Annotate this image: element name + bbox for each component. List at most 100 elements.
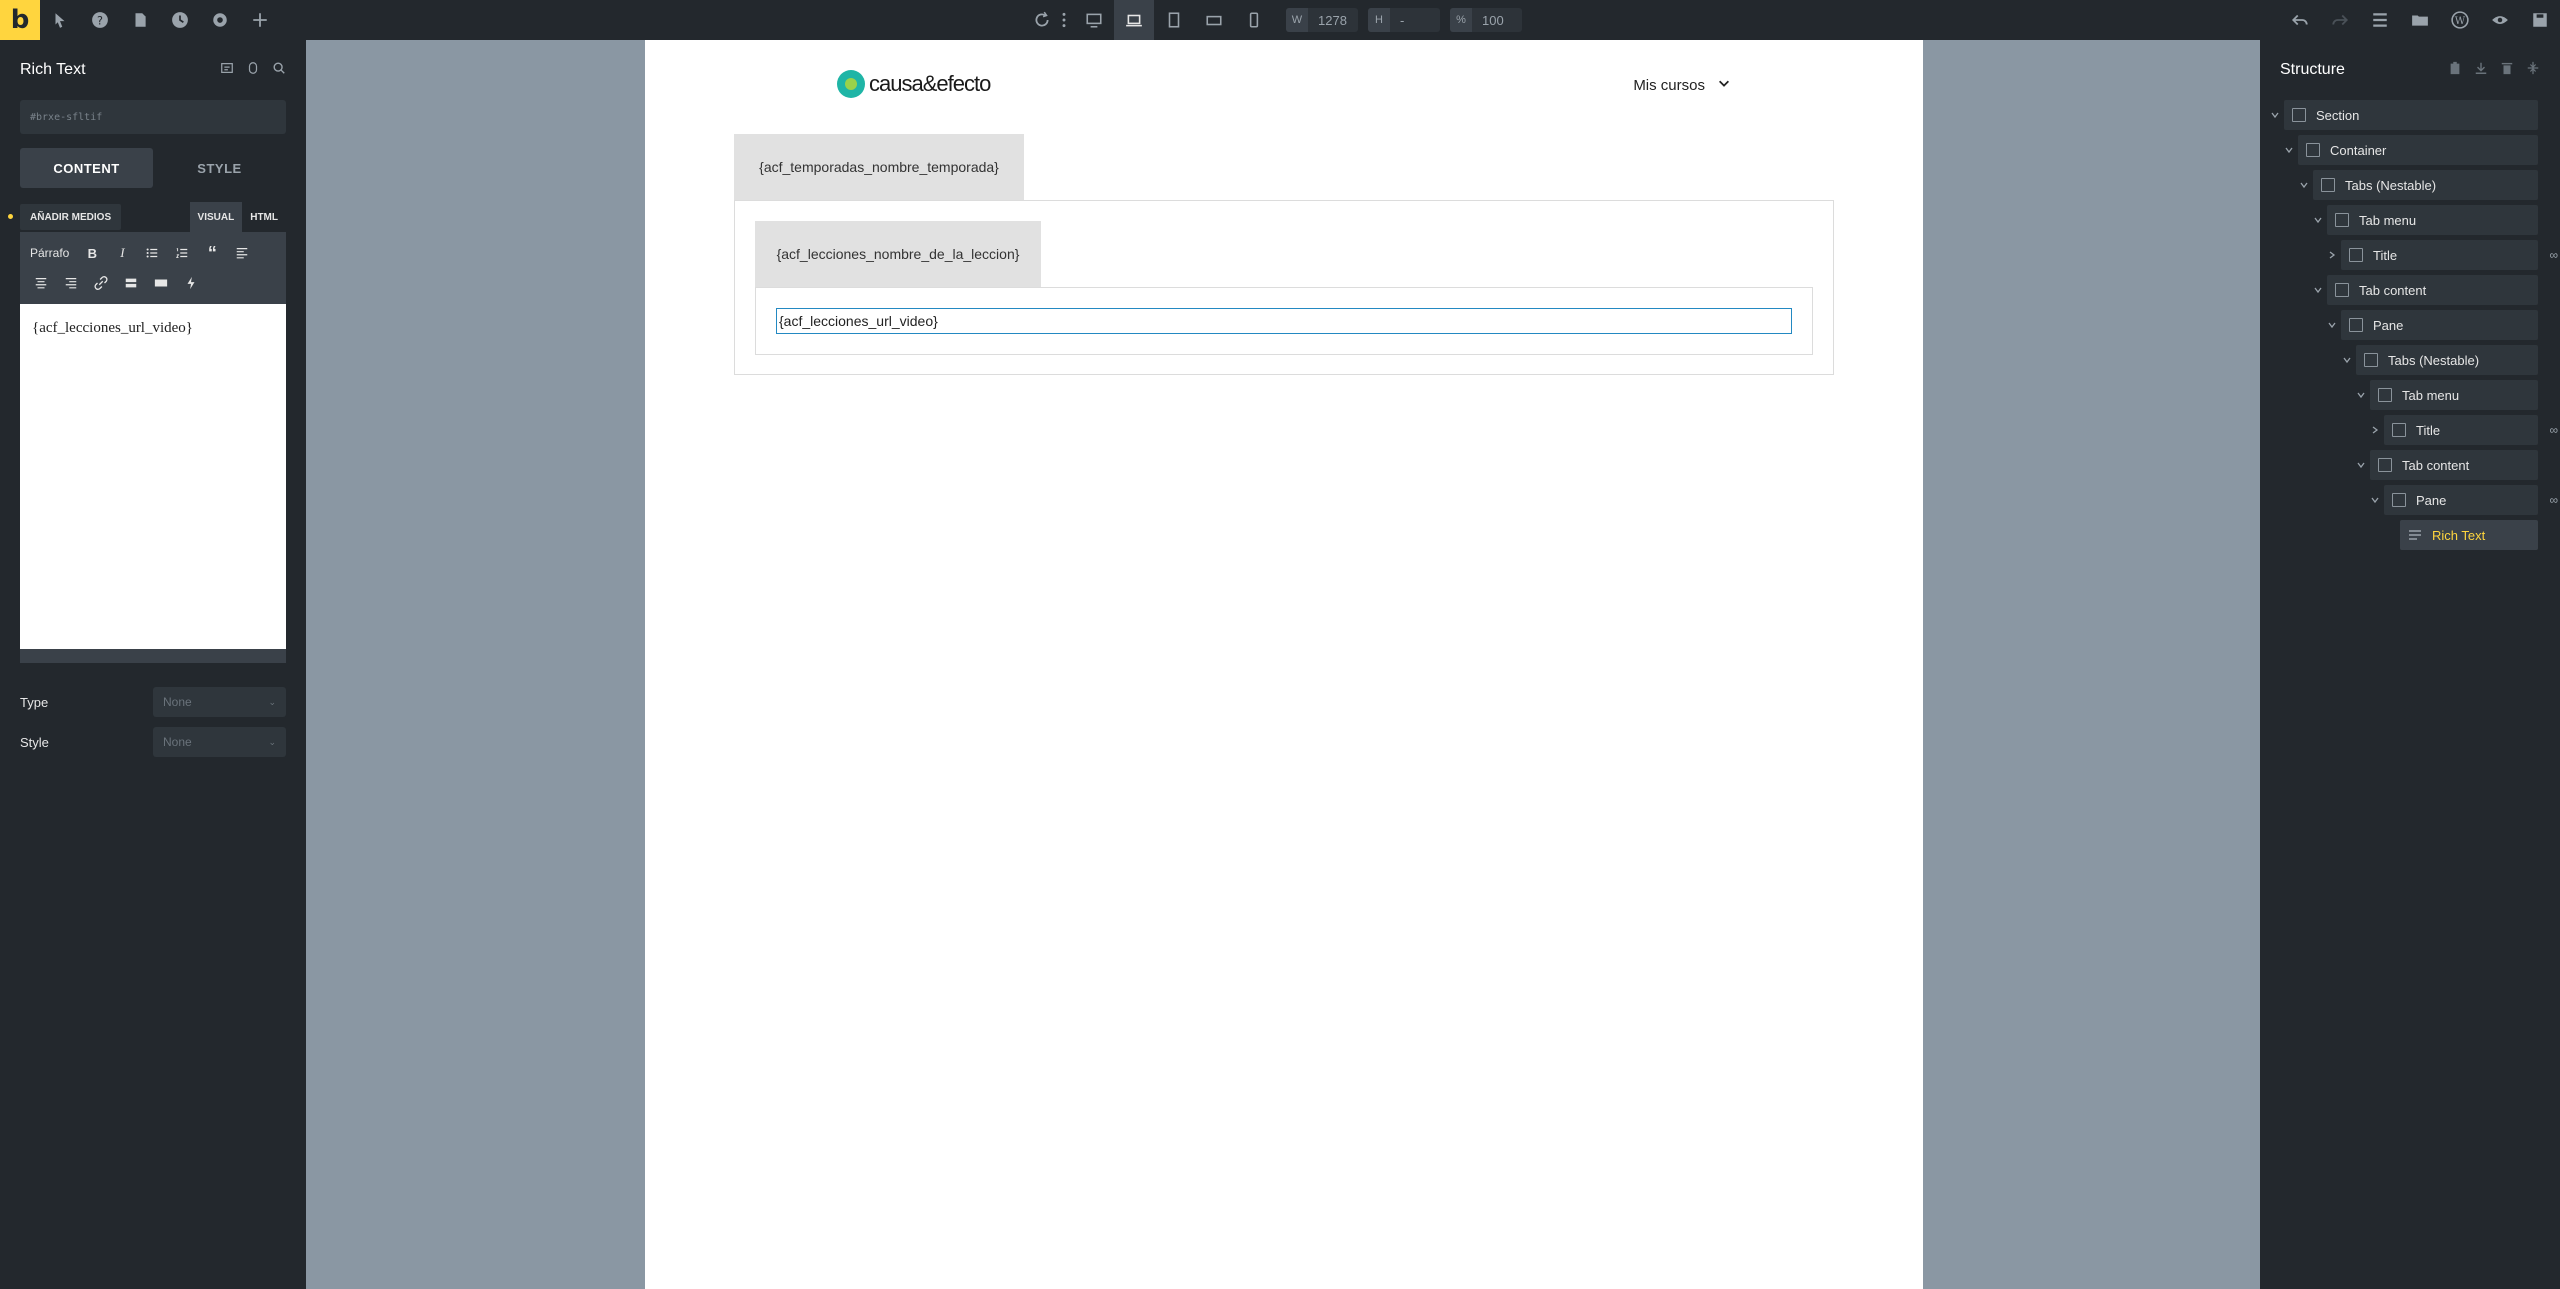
download-icon[interactable] xyxy=(2474,61,2488,80)
trash-icon[interactable] xyxy=(2500,61,2514,80)
tree-node-section[interactable]: Section xyxy=(2266,100,2544,130)
folder-icon[interactable] xyxy=(2400,0,2440,40)
tree-node-tab-menu[interactable]: Tab menu xyxy=(2309,205,2544,235)
chevron-down-icon[interactable] xyxy=(2352,450,2370,480)
tree-node-rich-text[interactable]: Rich Text xyxy=(2400,520,2544,550)
chevron-down-icon[interactable] xyxy=(2366,485,2384,515)
settings-icon[interactable] xyxy=(200,0,240,40)
tree-node-pane[interactable]: Pane xyxy=(2323,310,2544,340)
brand-name: causa&efecto xyxy=(869,71,991,96)
lesson-tab-title[interactable]: {acf_lecciones_nombre_de_la_leccion} xyxy=(755,221,1041,287)
zoom-field[interactable]: % 100 xyxy=(1450,8,1522,32)
style-select[interactable]: None ⌄ xyxy=(153,727,286,757)
tree-node-tab-content[interactable]: Tab content xyxy=(2309,275,2544,305)
tree-node-tab-menu-nested[interactable]: Tab menu xyxy=(2352,380,2544,410)
add-icon[interactable] xyxy=(240,0,280,40)
link-icon[interactable]: ∞ xyxy=(2549,493,2558,507)
panel-title: Rich Text xyxy=(20,61,86,78)
season-tab-title[interactable]: {acf_temporadas_nombre_temporada} xyxy=(734,134,1024,200)
help-icon[interactable]: ? xyxy=(80,0,120,40)
chevron-down-icon[interactable] xyxy=(2309,275,2327,305)
chevron-down-icon[interactable] xyxy=(2352,380,2370,410)
mobile-icon[interactable] xyxy=(1234,0,1274,40)
italic-icon[interactable]: I xyxy=(107,238,137,268)
link-icon[interactable]: ∞ xyxy=(2549,248,2558,262)
history-icon[interactable] xyxy=(160,0,200,40)
chevron-right-icon[interactable] xyxy=(2366,415,2384,445)
toolbar-toggle-icon[interactable] xyxy=(146,268,176,298)
bullet-list-icon[interactable] xyxy=(137,238,167,268)
height-field[interactable]: H- xyxy=(1368,8,1440,32)
collapse-icon[interactable] xyxy=(2526,61,2540,80)
tab-content[interactable]: CONTENT xyxy=(20,148,153,188)
type-select[interactable]: None ⌄ xyxy=(153,687,286,717)
chevron-down-icon[interactable] xyxy=(2323,310,2341,340)
save-icon[interactable] xyxy=(2520,0,2560,40)
chevron-right-icon[interactable] xyxy=(2323,240,2341,270)
tablet-landscape-icon[interactable] xyxy=(1194,0,1234,40)
paragraph-format-select[interactable]: Párrafo xyxy=(26,246,77,260)
tree-node-container[interactable]: Container xyxy=(2280,135,2544,165)
align-center-icon[interactable] xyxy=(26,268,56,298)
width-field[interactable]: W 1278 xyxy=(1286,8,1358,32)
element-panel: Rich Text #brxe-sfltif CONTENT STYLE AÑA… xyxy=(0,40,306,1289)
type-label: Type xyxy=(20,694,49,710)
tab-visual[interactable]: VISUAL xyxy=(189,202,243,232)
chevron-down-icon[interactable] xyxy=(2266,100,2284,130)
css-id-field[interactable]: #brxe-sfltif xyxy=(20,100,286,134)
laptop-icon[interactable] xyxy=(1114,0,1154,40)
tree-node-tabs-nested[interactable]: Tabs (Nestable) xyxy=(2338,345,2544,375)
desktop-icon[interactable] xyxy=(1074,0,1114,40)
tree-node-pane-nested[interactable]: Pane ∞ xyxy=(2366,485,2558,515)
preview-eye-icon[interactable] xyxy=(2480,0,2520,40)
align-left-icon[interactable] xyxy=(227,238,257,268)
element-classes-icon[interactable] xyxy=(220,61,234,80)
preview-canvas[interactable]: causa&efecto Mis cursos {acf_temporadas_… xyxy=(645,40,1923,1289)
redo-icon[interactable] xyxy=(2320,0,2360,40)
structure-icon[interactable] xyxy=(2360,0,2400,40)
wordpress-icon[interactable]: W xyxy=(2440,0,2480,40)
brand-mark-icon xyxy=(837,70,865,98)
chevron-down-icon: ⌄ xyxy=(268,736,276,747)
mis-cursos-menu[interactable]: Mis cursos xyxy=(1633,76,1731,94)
conditions-icon[interactable] xyxy=(246,61,260,80)
chevron-down-icon[interactable] xyxy=(2295,170,2313,200)
search-icon[interactable] xyxy=(272,61,286,80)
tablet-portrait-icon[interactable] xyxy=(1154,0,1194,40)
bold-icon[interactable]: B xyxy=(77,238,107,268)
bricks-logo[interactable]: b xyxy=(0,0,40,40)
pages-icon[interactable] xyxy=(120,0,160,40)
lesson-tab-pane: {acf_lecciones_url_video} xyxy=(755,287,1813,355)
link-icon[interactable] xyxy=(86,268,116,298)
rich-text-element[interactable]: {acf_lecciones_url_video} xyxy=(776,308,1792,334)
top-toolbar: b ? W 1278 H- % 100 W xyxy=(0,0,2560,40)
tabs-folder-icon xyxy=(2321,178,2335,192)
site-logo[interactable]: causa&efecto xyxy=(837,70,991,98)
season-tab-pane: {acf_lecciones_nombre_de_la_leccion} {ac… xyxy=(734,200,1834,375)
link-icon[interactable]: ∞ xyxy=(2549,423,2558,437)
align-right-icon[interactable] xyxy=(56,268,86,298)
cursor-icon[interactable] xyxy=(40,0,80,40)
more-icon[interactable] xyxy=(1054,0,1074,40)
read-more-icon[interactable] xyxy=(116,268,146,298)
clipboard-icon[interactable] xyxy=(2448,61,2462,80)
tree-node-title-nested[interactable]: Title ∞ xyxy=(2366,415,2558,445)
blockquote-icon[interactable]: “ xyxy=(197,238,227,268)
tree-node-tabs[interactable]: Tabs (Nestable) xyxy=(2295,170,2544,200)
rich-text-editor[interactable]: {acf_lecciones_url_video} xyxy=(20,304,286,649)
add-media-button[interactable]: AÑADIR MEDIOS xyxy=(20,204,122,230)
numbered-list-icon[interactable] xyxy=(167,238,197,268)
tab-html[interactable]: HTML xyxy=(242,202,286,232)
editor-resize-handle[interactable] xyxy=(20,649,286,663)
style-label: Style xyxy=(20,734,49,750)
undo-icon[interactable] xyxy=(2280,0,2320,40)
tree-node-title[interactable]: Title ∞ xyxy=(2323,240,2558,270)
chevron-down-icon[interactable] xyxy=(2309,205,2327,235)
tree-node-tab-content-nested[interactable]: Tab content xyxy=(2352,450,2544,480)
chevron-down-icon[interactable] xyxy=(2280,135,2298,165)
block-icon xyxy=(2378,458,2392,472)
reload-icon[interactable] xyxy=(1030,0,1054,40)
chevron-down-icon[interactable] xyxy=(2338,345,2356,375)
bolt-icon[interactable] xyxy=(176,268,206,298)
tab-style[interactable]: STYLE xyxy=(153,148,286,188)
